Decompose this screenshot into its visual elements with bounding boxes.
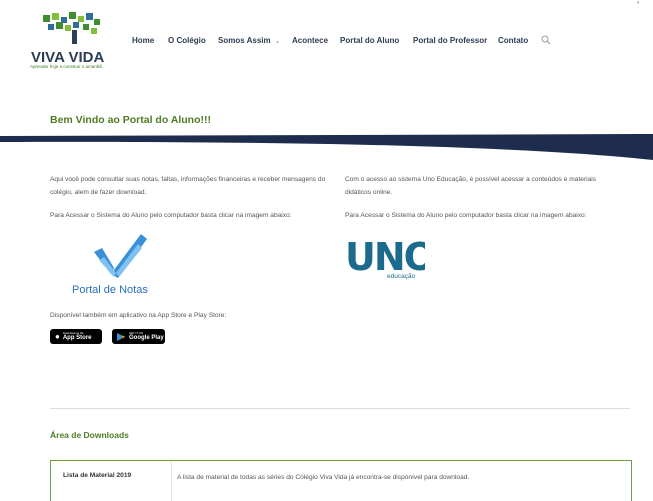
page-title: Bem Vindo ao Portal do Aluno!!! bbox=[50, 114, 211, 126]
apps-availability-text: Disponível também em aplicativo na App S… bbox=[50, 312, 227, 319]
chevron-down-icon: ⌄ bbox=[274, 38, 281, 45]
nav-portal-do-aluno[interactable]: Portal do Aluno bbox=[340, 36, 399, 45]
left-intro-text: Aqui você pode consultar suas notas, fal… bbox=[50, 176, 326, 196]
right-access-text: Para Acessar o Sistema do Aluno pelo com… bbox=[345, 212, 587, 219]
left-access-text: Para Acessar o Sistema do Aluno pelo com… bbox=[50, 212, 292, 219]
nav-home[interactable]: Home bbox=[132, 36, 154, 45]
portal-de-notas-label[interactable]: Portal de Notas bbox=[72, 284, 148, 296]
section-divider bbox=[50, 408, 630, 409]
appstore-big-text: App Store bbox=[62, 334, 92, 341]
google-play-icon bbox=[117, 332, 125, 341]
download-row-description: A lista de material de todas as séries d… bbox=[177, 474, 470, 481]
gplay-big-text: Google Play bbox=[129, 334, 164, 341]
nav-somos-assim-label: Somos Assim bbox=[218, 36, 271, 45]
download-row-label[interactable]: Lista de Material 2019 bbox=[63, 472, 131, 479]
header-swoosh bbox=[0, 134, 653, 160]
apple-icon: ● bbox=[55, 332, 60, 341]
nav-o-colegio[interactable]: O Colégio bbox=[168, 36, 206, 45]
right-intro-text: Com o acesso ao sistema Uno Educação, é … bbox=[345, 176, 597, 196]
nav-somos-assim[interactable]: Somos Assim ⌄ bbox=[218, 36, 280, 45]
main-nav: Home O Colégio Somos Assim ⌄ Acontece Por… bbox=[0, 0, 653, 80]
uno-educacao-subtitle: educação bbox=[387, 273, 416, 280]
nav-acontece[interactable]: Acontece bbox=[292, 36, 328, 45]
google-play-badge[interactable]: GET IT ON Google Play bbox=[112, 329, 165, 344]
nav-portal-do-professor[interactable]: Portal do Professor bbox=[413, 36, 487, 45]
downloads-column-divider bbox=[171, 461, 172, 501]
checkmark-icon bbox=[94, 234, 147, 278]
app-store-badge[interactable]: ● Download on the App Store bbox=[50, 329, 102, 344]
nav-contato[interactable]: Contato bbox=[498, 36, 528, 45]
search-icon[interactable] bbox=[541, 35, 551, 45]
downloads-title: Área de Downloads bbox=[50, 430, 129, 440]
